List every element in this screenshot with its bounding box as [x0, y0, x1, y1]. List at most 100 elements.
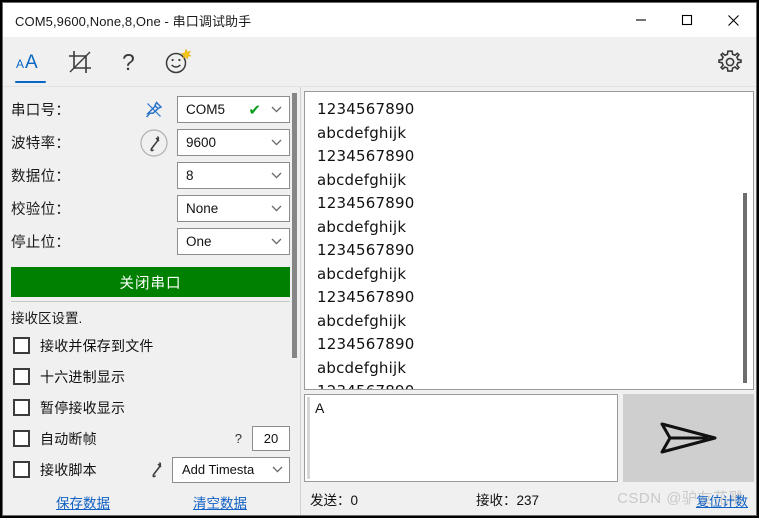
minimize-button[interactable]: [618, 3, 664, 37]
send-text-value: A: [315, 400, 325, 416]
label-com-port: 串口号：: [11, 103, 71, 119]
row-stop-bits: 停止位： One: [3, 225, 300, 258]
receive-settings-title: 接收区设置.: [11, 311, 83, 326]
label-parity: 校验位：: [11, 202, 71, 218]
checkbox-pause-display[interactable]: 暂停接收显示: [3, 392, 300, 423]
sent-count: 发送：0: [310, 492, 359, 508]
receive-line: 1234567890: [317, 100, 415, 118]
baud-rate-value: 9600: [186, 135, 217, 150]
status-bar: 发送：0 接收：237 CSDN @驴友花雕 复位计数: [304, 482, 754, 512]
maximize-button[interactable]: [664, 3, 710, 37]
row-parity: 校验位： None: [3, 192, 300, 225]
clear-data-link[interactable]: 清空数据: [193, 492, 247, 512]
receive-script-select[interactable]: Add Timesta: [172, 456, 290, 483]
baud-script-button[interactable]: [131, 127, 177, 159]
receive-scrollbar[interactable]: [742, 93, 751, 388]
chevron-down-icon: [267, 139, 285, 146]
checkbox-label: 自动断帧: [40, 430, 97, 447]
data-bits-select[interactable]: 8: [177, 162, 290, 189]
crop-button[interactable]: [55, 37, 104, 87]
checkbox-box[interactable]: [13, 368, 30, 385]
stop-bits-select[interactable]: One: [177, 228, 290, 255]
receive-scrollbar-thumb[interactable]: [743, 193, 747, 383]
chevron-down-icon: [267, 238, 285, 245]
receive-line: 1234567890: [317, 335, 415, 353]
baud-rate-select[interactable]: 9600: [177, 129, 290, 156]
port-open-check-icon: ✔: [248, 101, 261, 119]
receive-line: 1234567890: [317, 147, 415, 165]
label-baud-rate: 波特率：: [11, 136, 71, 152]
emoji-icon: [165, 47, 192, 73]
receive-line: abcdefghijk: [317, 217, 407, 236]
settings-panel: 串口号： COM5 ✔ 波特率： 9600 数据位： 8 校验位： None 停…: [3, 87, 300, 515]
checkbox-save-to-file[interactable]: 接收并保存到文件: [3, 330, 300, 361]
send-area: A: [304, 394, 754, 482]
send-textarea[interactable]: A: [304, 394, 618, 482]
checkbox-label: 暂停接收显示: [40, 399, 126, 416]
minimize-icon: [636, 19, 646, 21]
panel-splitter[interactable]: [300, 87, 301, 515]
checkbox-receive-script[interactable]: 接收脚本 Add Timesta: [3, 454, 300, 485]
row-com-port: 串口号： COM5 ✔: [3, 93, 300, 126]
help-icon: ?: [122, 49, 135, 75]
data-links: 保存数据 清空数据: [3, 487, 300, 515]
chevron-down-icon: [268, 466, 286, 473]
save-data-link[interactable]: 保存数据: [56, 492, 110, 512]
checkbox-box[interactable]: [13, 337, 30, 354]
toolbar: A A ?: [3, 37, 756, 87]
data-panel: 1234567890 abcdefghijk 1234567890 abcdef…: [300, 87, 756, 515]
chevron-down-icon: [267, 172, 285, 179]
window-title: COM5,9600,None,8,One - 串口调试助手: [15, 13, 252, 29]
title-bar: COM5,9600,None,8,One - 串口调试助手: [3, 3, 756, 37]
maximize-icon: [681, 14, 693, 26]
paper-plane-icon: [660, 422, 716, 454]
checkbox-auto-frame-break[interactable]: 自动断帧 ? 20: [3, 423, 300, 454]
checkbox-box[interactable]: [13, 461, 30, 478]
receive-script-value: Add Timesta: [182, 462, 255, 477]
help-button[interactable]: ?: [104, 37, 153, 87]
chevron-down-icon: [267, 106, 285, 113]
receive-line: 1234567890: [317, 194, 415, 212]
app-window: COM5,9600,None,8,One - 串口调试助手 A A ? 串口号：…: [2, 2, 757, 516]
parity-select[interactable]: None: [177, 195, 290, 222]
receive-line: 1234567890: [317, 288, 415, 306]
receive-textarea[interactable]: 1234567890 abcdefghijk 1234567890 abcdef…: [304, 91, 754, 390]
checkbox-label: 接收脚本: [40, 461, 97, 478]
script-pen-icon: [140, 128, 168, 157]
label-data-bits: 数据位：: [11, 169, 71, 185]
send-scrollbar[interactable]: [307, 397, 310, 479]
svg-text:A: A: [25, 52, 38, 73]
close-button[interactable]: [710, 3, 756, 37]
close-icon: [727, 14, 739, 26]
gear-icon: [718, 49, 742, 72]
checkbox-hex-display[interactable]: 十六进制显示: [3, 361, 300, 392]
com-port-select[interactable]: COM5 ✔: [177, 96, 290, 123]
reset-counter-link[interactable]: 复位计数: [696, 491, 748, 510]
receive-line: abcdefghijk: [317, 311, 407, 330]
checkbox-box[interactable]: [13, 399, 30, 416]
receive-line: abcdefghijk: [317, 264, 407, 283]
emoji-button[interactable]: [153, 37, 202, 87]
script-pen-icon: [152, 461, 162, 477]
send-button[interactable]: [623, 394, 754, 482]
received-count: 接收：237: [476, 492, 540, 508]
frame-break-timeout-input[interactable]: 20: [252, 426, 290, 451]
label-stop-bits: 停止位：: [11, 235, 71, 251]
pin-icon: [146, 100, 163, 117]
svg-text:A: A: [16, 57, 24, 71]
settings-button[interactable]: [704, 37, 756, 87]
receive-line: abcdefghijk: [317, 123, 407, 142]
main-body: 串口号： COM5 ✔ 波特率： 9600 数据位： 8 校验位： None 停…: [3, 87, 756, 515]
left-panel-scrollbar[interactable]: [292, 93, 297, 358]
row-data-bits: 数据位： 8: [3, 159, 300, 192]
receive-line: abcdefghijk: [317, 170, 407, 189]
row-baud-rate: 波特率： 9600: [3, 126, 300, 159]
parity-value: None: [186, 201, 219, 216]
checkbox-box[interactable]: [13, 430, 30, 447]
pin-button[interactable]: [131, 100, 177, 120]
font-size-button[interactable]: A A: [6, 37, 55, 87]
receive-script-edit-button[interactable]: [142, 459, 172, 481]
checkbox-label: 十六进制显示: [40, 368, 126, 385]
frame-break-help-icon[interactable]: ?: [235, 431, 242, 446]
toggle-port-button[interactable]: 关闭串口: [11, 267, 290, 297]
